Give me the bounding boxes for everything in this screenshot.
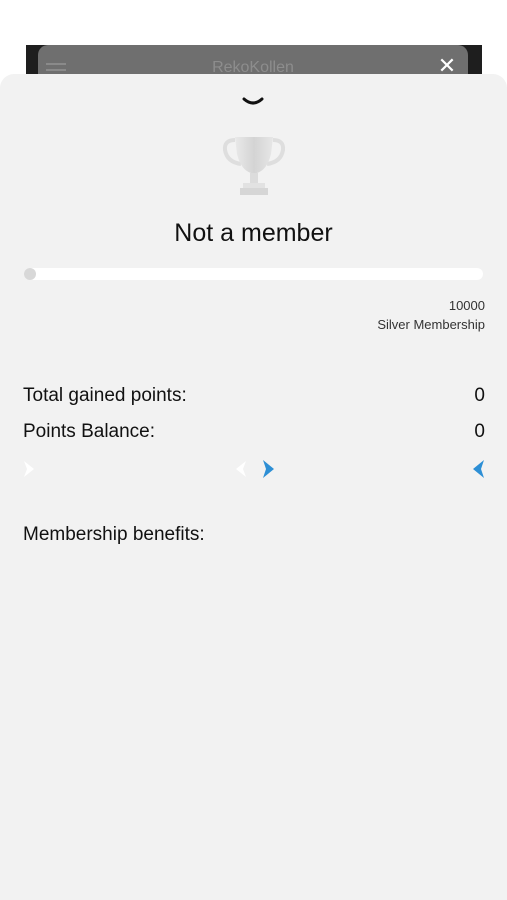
page: RekoKollen ✕ Not a member 10000 Silver M… [0,0,507,900]
membership-benefits-heading: Membership benefits: [23,524,205,545]
trophy-icon [222,137,286,195]
chevron-down-icon[interactable] [241,94,265,110]
next-tier-points: 10000 [448,298,485,313]
points-balance-value: 0 [474,421,485,442]
points-balance-row: Points Balance: 0 [23,421,485,443]
membership-progress-bar [24,268,483,280]
membership-sheet: Not a member 10000 Silver Membership Tot… [0,74,507,900]
total-gained-points-row: Total gained points: 0 [23,385,485,407]
benefits-carousel-nav [22,458,487,480]
next-tier-name: Silver Membership [377,317,485,332]
total-gained-points-value: 0 [474,385,485,406]
carousel-prev-arrow-icon[interactable] [471,458,485,480]
carousel-next-arrow-icon[interactable] [261,458,275,480]
progress-indicator [24,268,36,280]
membership-status-title: Not a member [174,219,333,247]
total-gained-points-label: Total gained points: [23,385,187,406]
points-balance-label: Points Balance: [23,421,156,442]
carousel-next-arrow-icon[interactable] [22,458,36,480]
carousel-prev-arrow-icon[interactable] [234,458,248,480]
